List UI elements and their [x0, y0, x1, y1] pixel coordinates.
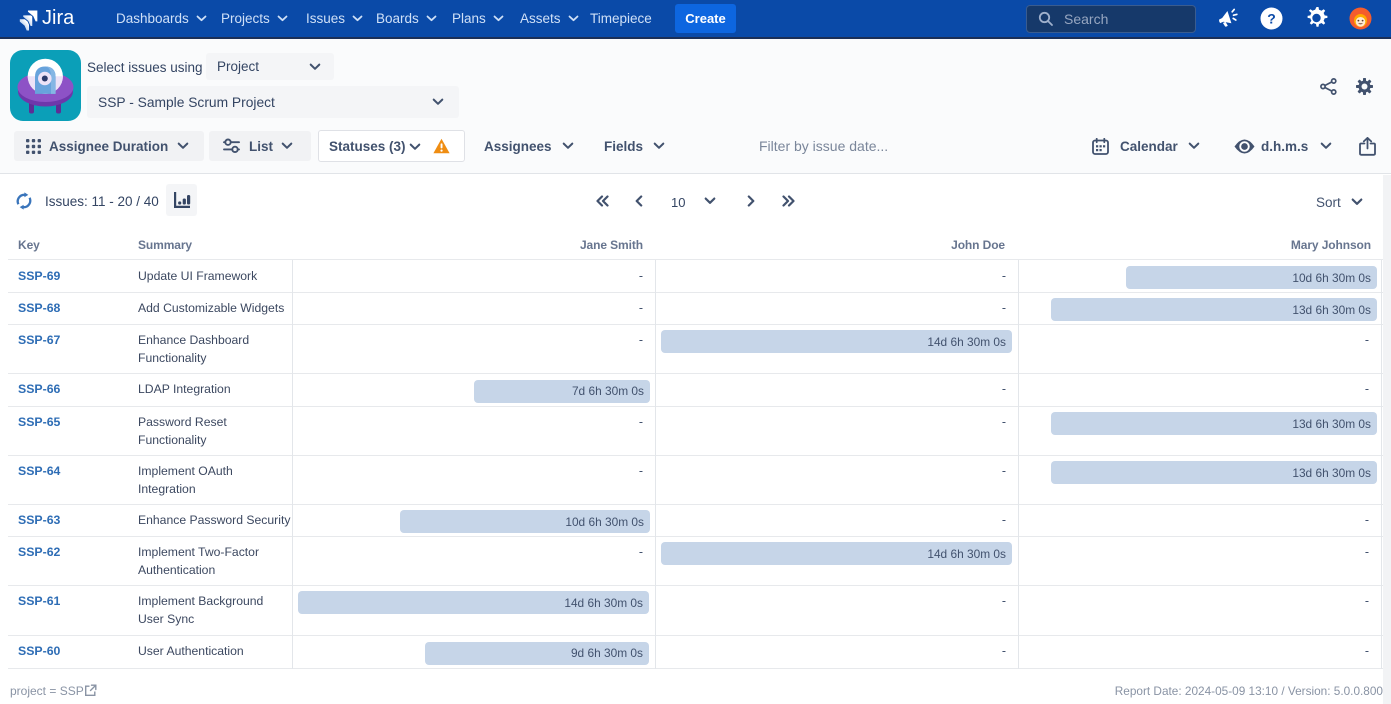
svg-text:?: ? [1267, 11, 1276, 27]
